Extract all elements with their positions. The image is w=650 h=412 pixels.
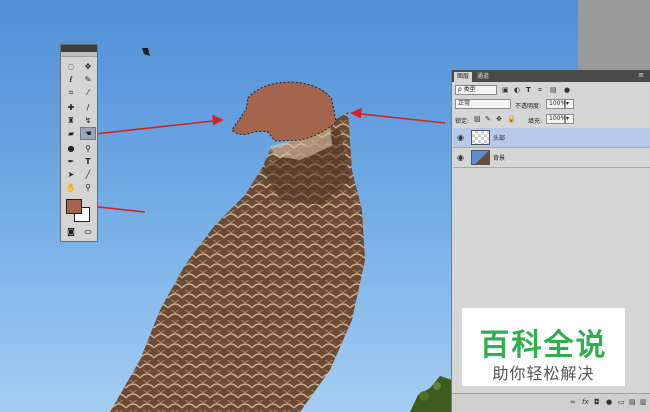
blend-row: 正常 不透明度: 100% ▾ (452, 99, 650, 111)
marquee-icon[interactable]: ◌ (64, 61, 78, 72)
tools-panel-header[interactable] (61, 45, 97, 52)
stamp-icon[interactable]: ♜ (64, 115, 78, 126)
opacity-label: 不透明度: (515, 103, 542, 110)
watermark-title: 百科全说 (479, 328, 608, 363)
fill-hand-icon[interactable]: ☚ (80, 127, 96, 140)
add-mask-icon[interactable]: ◘ (594, 398, 600, 407)
fill-label: 填充: (528, 118, 543, 125)
lock-label: 锁定: (455, 118, 470, 125)
visibility-eye-icon[interactable]: ◉ (457, 133, 464, 142)
layer-thumbnail (471, 130, 490, 145)
link-layers-icon[interactable]: ∞ (570, 398, 576, 407)
dodge-icon[interactable]: ⚲ (81, 143, 95, 154)
filter-adjust-icon[interactable]: ◐ (514, 86, 520, 95)
pen-icon[interactable]: ✒ (64, 156, 78, 167)
lock-row: 锁定: ▨ ✎ ✥ 🔒 填充: 100% ▾ (452, 114, 650, 126)
layer-name[interactable]: 背景 (493, 153, 505, 162)
fill-input[interactable]: 100% (546, 114, 566, 124)
layers-panel-footer: ∞ fx ◘ ● ▭ ▤ ▥ (452, 393, 650, 412)
path-select-icon[interactable]: ➤ (64, 169, 78, 180)
tab-channels[interactable]: 通道 (474, 72, 492, 82)
history-brush-icon[interactable]: ↯ (81, 115, 95, 126)
delete-layer-icon[interactable]: ▥ (640, 398, 647, 407)
line-icon[interactable]: ╱ (81, 169, 95, 180)
eraser-icon[interactable]: ▰ (64, 128, 78, 139)
quick-mask-icon[interactable]: ◙ (64, 226, 78, 237)
foreground-color-swatch[interactable] (66, 199, 82, 214)
tab-layers[interactable]: 图层 (454, 72, 473, 82)
fill-dropdown-icon[interactable]: ▾ (565, 114, 574, 124)
layer-thumbnail (471, 150, 490, 165)
lock-pixels-icon[interactable]: ✎ (485, 115, 491, 124)
crop-icon[interactable]: ⌗ (64, 87, 78, 98)
opacity-dropdown-icon[interactable]: ▾ (565, 99, 574, 109)
blur-icon[interactable]: ● (64, 143, 78, 154)
opacity-input[interactable]: 100% (546, 99, 566, 109)
brush-icon[interactable]: / (81, 102, 95, 113)
panel-menu-icon[interactable]: ≡ (638, 71, 644, 79)
fx-icon[interactable]: fx (582, 398, 589, 407)
tools-panel-grip[interactable] (61, 52, 97, 57)
head-selection (231, 81, 337, 142)
new-layer-icon[interactable]: ▤ (629, 398, 636, 407)
new-group-icon[interactable]: ▭ (618, 398, 625, 407)
text-icon[interactable]: T (81, 156, 95, 167)
zoom-icon[interactable]: ⚲ (81, 182, 95, 193)
layer-row-background[interactable]: ◉ 背景 (453, 148, 650, 168)
filter-toggle-icon[interactable]: ● (564, 86, 570, 95)
layer-row-head[interactable]: ◉ 头部 (453, 128, 650, 148)
watermark-subtitle: 助你轻松解决 (492, 364, 595, 383)
kind-filter-select[interactable]: ρ 类型 (455, 85, 497, 95)
tools-panel: ◌ ✥ ℓ ✎ ⌗ ⁄ ✚ / ♜ ↯ ▰ ☚ ● ⚲ ✒ T ➤ ╱ ✋ ⚲ … (60, 44, 98, 242)
healing-icon[interactable]: ✚ (64, 102, 78, 113)
lock-transparent-icon[interactable]: ▨ (474, 115, 481, 124)
filter-smart-icon[interactable]: ▤ (550, 86, 557, 95)
blend-mode-select[interactable]: 正常 (455, 99, 511, 109)
layer-name[interactable]: 头部 (493, 133, 505, 142)
lock-all-icon[interactable]: 🔒 (507, 115, 516, 124)
layers-panel-tabbar: 图层 通道 ≡ (452, 70, 650, 82)
eyedropper-icon[interactable]: ⁄ (81, 87, 95, 98)
filter-type-icon[interactable]: T (526, 86, 531, 95)
move-icon[interactable]: ✥ (81, 61, 95, 72)
filter-row: ρ 类型 ▣ ◐ T ⌗ ▤ ● (452, 85, 650, 97)
adjustment-layer-icon[interactable]: ● (606, 398, 612, 407)
watermark-logo: 百科全说 助你轻松解决 (462, 308, 625, 386)
lasso-icon[interactable]: ℓ (64, 74, 78, 85)
visibility-eye-icon[interactable]: ◉ (457, 153, 464, 162)
hand-icon[interactable]: ✋ (64, 182, 78, 193)
quick-select-icon[interactable]: ✎ (81, 74, 95, 85)
filter-shape-icon[interactable]: ⌗ (538, 86, 542, 95)
lock-position-icon[interactable]: ✥ (496, 115, 502, 124)
screen-mode-icon[interactable]: ▭ (81, 226, 95, 237)
filter-pixel-icon[interactable]: ▣ (502, 86, 509, 95)
